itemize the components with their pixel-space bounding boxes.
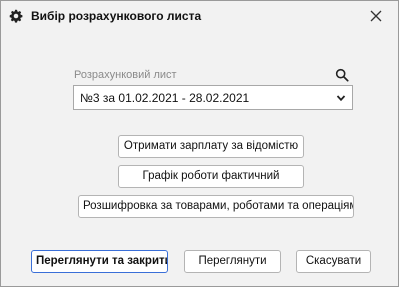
window-title: Вибір розрахункового листа	[31, 9, 202, 23]
breakdown-button[interactable]: Розшифровка за товарами, роботами та опе…	[78, 195, 354, 218]
cancel-button[interactable]: Скасувати	[296, 250, 371, 273]
payslip-field-label: Розрахунковий лист	[74, 69, 177, 81]
dialog-content: Розрахунковий лист №3 за 01.02.2021 - 28…	[1, 32, 398, 286]
payslip-select-value: №3 за 01.02.2021 - 28.02.2021	[80, 91, 250, 105]
work-schedule-button[interactable]: Графік роботи фактичний	[118, 165, 304, 188]
title-bar: Вибір розрахункового листа	[1, 1, 398, 32]
gear-icon	[9, 9, 23, 23]
view-button[interactable]: Переглянути	[184, 250, 281, 273]
payslip-select[interactable]: №3 за 01.02.2021 - 28.02.2021	[73, 85, 353, 110]
dialog-window: Вибір розрахункового листа Розрахунковий…	[0, 0, 399, 287]
search-icon[interactable]	[335, 68, 349, 82]
view-and-close-button[interactable]: Переглянути та закрити	[31, 250, 168, 273]
chevron-down-icon	[336, 95, 346, 102]
get-salary-button[interactable]: Отримати зарплату за відомістю	[118, 135, 304, 158]
close-icon[interactable]	[368, 8, 384, 24]
